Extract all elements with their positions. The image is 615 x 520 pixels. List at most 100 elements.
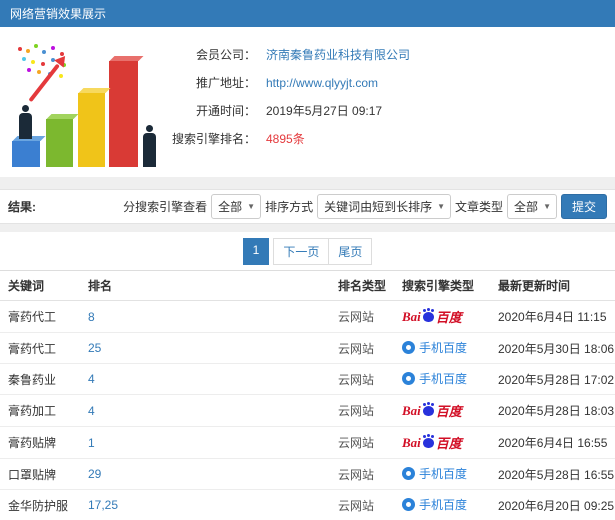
rank-link[interactable]: 29 xyxy=(88,467,101,481)
engine-rank-label: 搜索引擎排名： xyxy=(171,132,256,146)
mobile-baidu-icon xyxy=(402,498,415,511)
updated-cell: 2020年5月28日 18:03 xyxy=(490,394,615,427)
article-type-value: 全部 xyxy=(514,200,539,214)
thinker-figure xyxy=(143,125,156,167)
baidu-paw-icon xyxy=(422,402,434,416)
result-label: 结果: xyxy=(8,200,36,214)
header-keyword: 关键词 xyxy=(0,270,80,301)
rank-link[interactable]: 17,25 xyxy=(88,498,118,512)
baidu-logo-chars: 百度 xyxy=(435,310,462,325)
member-company-row: 会员公司： 济南秦鲁药业科技有限公司 xyxy=(160,41,605,69)
member-company-label: 会员公司： xyxy=(195,48,256,62)
pagination-last[interactable]: 尾页 xyxy=(328,238,373,265)
member-company-link[interactable]: 济南秦鲁药业科技有限公司 xyxy=(256,41,410,69)
updated-cell: 2020年5月28日 16:55 xyxy=(490,458,615,490)
baidu-logo: Bai 百度 xyxy=(402,433,462,452)
mobile-baidu-icon xyxy=(402,372,415,385)
open-time-value: 2019年5月27日 09:17 xyxy=(266,104,383,118)
keyword-cell: 秦鲁药业 xyxy=(0,363,80,395)
baidu-paw-icon xyxy=(422,434,434,448)
header-updated: 最新更新时间 xyxy=(490,270,615,301)
chevron-down-icon: ▼ xyxy=(247,202,256,211)
growth-arrow-icon xyxy=(28,63,60,103)
company-info-panel: 会员公司： 济南秦鲁药业科技有限公司 推广地址： http://www.qlyy… xyxy=(0,27,615,177)
engine-filter-label: 分搜索引擎查看 xyxy=(123,200,208,214)
baidu-logo-bai: Bai xyxy=(402,402,421,418)
keyword-cell: 金华防护服 xyxy=(0,489,80,520)
page-title: 网络营销效果展示 xyxy=(10,7,107,21)
header-rank: 排名 xyxy=(80,270,330,301)
engine-filter-select[interactable]: 全部 ▼ xyxy=(211,194,262,219)
keyword-cell: 口罩贴牌 xyxy=(0,458,80,490)
mobile-baidu-label: 手机百度 xyxy=(419,467,468,481)
promo-url-row: 推广地址： http://www.qlyyjt.com xyxy=(160,69,605,97)
table-row: 膏药贴牌 1 云网站 Bai 百度 手机百度 2020年6月4日 16:55 xyxy=(0,426,615,459)
sort-value: 关键词由短到长排序 xyxy=(324,200,433,214)
keyword-cell: 膏药代工 xyxy=(0,332,80,364)
pagination-current[interactable]: 1 xyxy=(242,238,270,265)
promo-url-link[interactable]: http://www.qlyyjt.com xyxy=(256,69,378,97)
pagination-next[interactable]: 下一页 xyxy=(273,238,330,265)
businessman-figure xyxy=(19,105,32,139)
mobile-baidu-label: 手机百度 xyxy=(419,372,468,386)
table-row: 膏药加工 4 云网站 Bai 百度 手机百度 2020年5月28日 18:03 xyxy=(0,394,615,427)
table-row: 秦鲁药业 4 云网站 Bai 百度 手机百度 2020年5月28日 17:02 xyxy=(0,363,615,395)
rank-type-cell: 云网站 xyxy=(330,363,394,395)
keyword-cell: 膏药代工 xyxy=(0,300,80,333)
mobile-baidu-badge: 手机百度 xyxy=(402,465,467,482)
submit-button[interactable]: 提交 xyxy=(560,194,607,219)
rank-type-cell: 云网站 xyxy=(330,489,394,520)
keyword-cell: 膏药贴牌 xyxy=(0,426,80,459)
updated-cell: 2020年6月4日 11:15 xyxy=(490,300,615,333)
mobile-baidu-badge: 手机百度 xyxy=(402,339,467,356)
rank-link[interactable]: 4 xyxy=(88,404,95,418)
promo-url-label: 推广地址： xyxy=(195,76,256,90)
baidu-logo-bai: Bai xyxy=(402,434,421,450)
mobile-baidu-badge: 手机百度 xyxy=(402,370,467,387)
article-type-label: 文章类型 xyxy=(455,200,504,214)
rank-link[interactable]: 25 xyxy=(88,341,101,355)
baidu-logo: Bai 百度 xyxy=(402,401,462,420)
green-bar xyxy=(46,119,73,167)
baidu-paw-icon xyxy=(422,308,434,322)
rank-type-cell: 云网站 xyxy=(330,426,394,459)
filter-controls: 分搜索引擎查看 全部 ▼ 排序方式 关键词由短到长排序 ▼ 文章类型 全部 ▼ … xyxy=(123,194,607,219)
article-type-select[interactable]: 全部 ▼ xyxy=(507,194,557,219)
bar-chart-illustration xyxy=(10,37,160,169)
sort-select[interactable]: 关键词由短到长排序 ▼ xyxy=(317,194,452,219)
engine-rank-row: 搜索引擎排名： 4895条 xyxy=(160,125,605,153)
header-engine-type: 搜索引擎类型 xyxy=(394,270,490,301)
baidu-logo: Bai 百度 xyxy=(402,307,462,326)
mobile-baidu-icon xyxy=(402,467,415,480)
baidu-logo-chars: 百度 xyxy=(435,436,462,451)
table-row: 膏药代工 8 云网站 Bai 百度 手机百度 2020年6月4日 11:15 xyxy=(0,300,615,333)
yellow-bar xyxy=(78,93,105,167)
updated-cell: 2020年5月28日 17:02 xyxy=(490,363,615,395)
updated-cell: 2020年5月30日 18:06 xyxy=(490,332,615,364)
engine-rank-count: 4895条 xyxy=(266,132,305,146)
engine-filter-value: 全部 xyxy=(218,200,243,214)
mobile-baidu-badge: 手机百度 xyxy=(402,496,467,513)
rank-link[interactable]: 1 xyxy=(88,436,95,450)
open-time-row: 开通时间： 2019年5月27日 09:17 xyxy=(160,97,605,125)
chevron-down-icon: ▼ xyxy=(437,202,446,211)
table-row: 膏药代工 25 云网站 Bai 百度 手机百度 2020年5月30日 18:06 xyxy=(0,332,615,364)
header-rank-type: 排名类型 xyxy=(330,270,394,301)
baidu-logo-bai: Bai xyxy=(402,308,421,324)
confetti-dots xyxy=(18,47,22,51)
page-titlebar: 网络营销效果展示 xyxy=(0,0,615,27)
rank-link[interactable]: 8 xyxy=(88,310,95,324)
rank-type-cell: 云网站 xyxy=(330,458,394,490)
table-row: 金华防护服 17,25 云网站 Bai 百度 手机百度 2020年6月20日 0… xyxy=(0,489,615,520)
rank-type-cell: 云网站 xyxy=(330,332,394,364)
mobile-baidu-label: 手机百度 xyxy=(419,498,468,512)
table-header-row: 关键词 排名 排名类型 搜索引擎类型 最新更新时间 xyxy=(0,270,615,301)
updated-cell: 2020年6月20日 09:25 xyxy=(490,489,615,520)
sort-label: 排序方式 xyxy=(265,200,314,214)
mobile-baidu-label: 手机百度 xyxy=(419,341,468,355)
open-time-label: 开通时间： xyxy=(195,104,256,118)
company-info: 会员公司： 济南秦鲁药业科技有限公司 推广地址： http://www.qlyy… xyxy=(160,37,605,169)
rank-link[interactable]: 4 xyxy=(88,372,95,386)
chevron-down-icon: ▼ xyxy=(543,202,551,211)
filter-bar: 结果: 分搜索引擎查看 全部 ▼ 排序方式 关键词由短到长排序 ▼ 文章类型 全… xyxy=(0,189,615,224)
